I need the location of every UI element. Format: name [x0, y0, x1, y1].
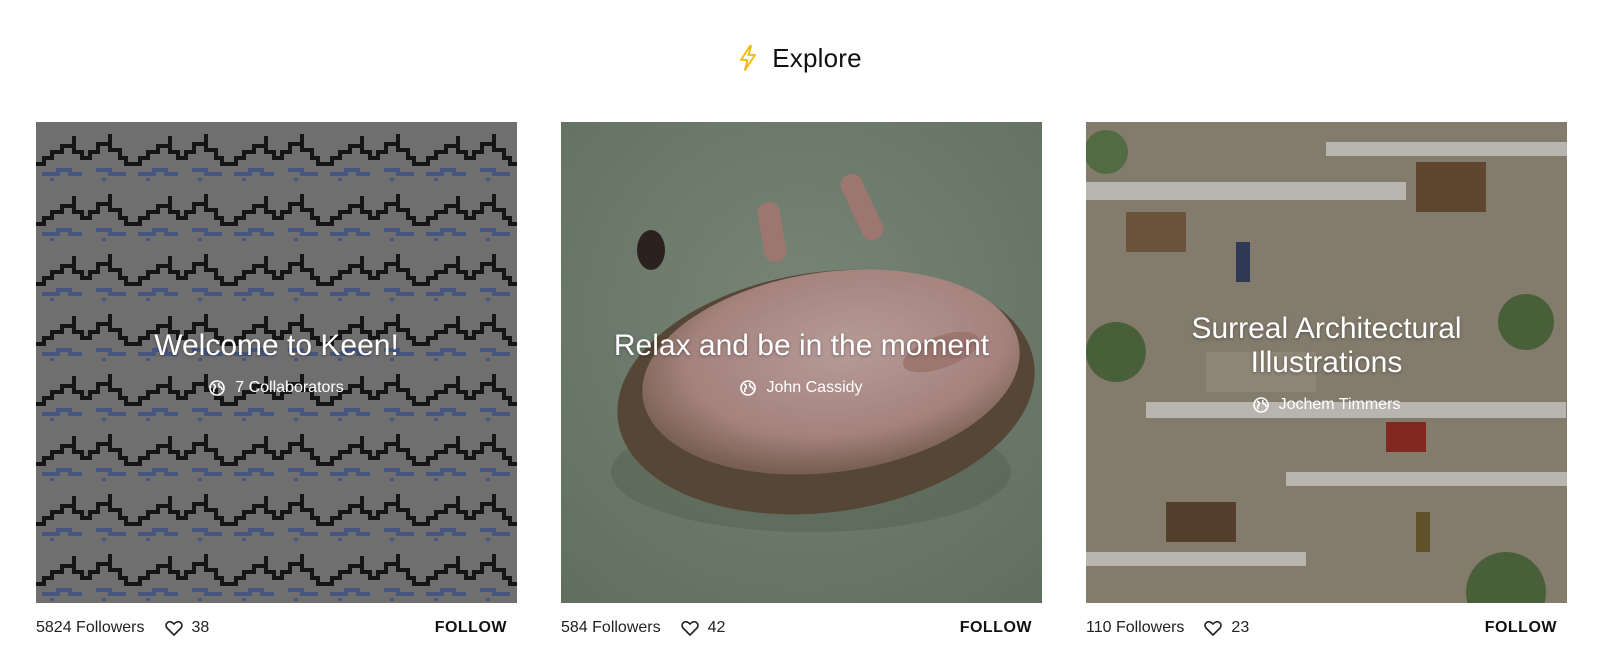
follow-button[interactable]: FOLLOW	[960, 619, 1032, 637]
follow-button[interactable]: FOLLOW	[1485, 619, 1557, 637]
page-title: Explore	[772, 42, 862, 73]
follow-button[interactable]: FOLLOW	[435, 619, 507, 637]
card-title: Surreal Architectural Illustrations	[1191, 311, 1462, 379]
globe-icon	[740, 379, 757, 396]
card-thumbnail[interactable]: Surreal Architectural Illustrations Joch…	[1086, 122, 1567, 603]
explore-card: Surreal Architectural Illustrations Joch…	[1086, 122, 1567, 639]
card-caption: Welcome to Keen! 7 Collaborators	[36, 122, 517, 603]
heart-icon	[1204, 620, 1223, 636]
likes-count: 42	[707, 619, 726, 636]
author-name: Jochem Timmers	[1278, 395, 1401, 413]
lightning-bolt-icon	[740, 45, 757, 71]
heart-icon	[164, 620, 183, 636]
followers-count: 584 Followers	[561, 619, 661, 636]
card-footer: 584 Followers 42 FOLLOW	[561, 617, 1042, 639]
card-thumbnail[interactable]: Welcome to Keen! 7 Collaborators	[36, 122, 517, 603]
explore-header: Explore	[0, 38, 1600, 78]
globe-icon	[209, 379, 226, 396]
card-title: Relax and be in the moment	[613, 328, 990, 362]
collaborators-label: 7 Collaborators	[235, 378, 344, 396]
heart-icon	[680, 620, 699, 636]
explore-card: Relax and be in the moment John Cassidy …	[561, 122, 1042, 639]
card-title: Welcome to Keen!	[154, 328, 399, 362]
explore-card: Welcome to Keen! 7 Collaborators 5824 Fo…	[36, 122, 517, 639]
likes[interactable]: 38	[164, 619, 210, 637]
followers-count: 5824 Followers	[36, 619, 145, 636]
card-meta: Jochem Timmers	[1252, 395, 1401, 414]
author-name: John Cassidy	[766, 378, 863, 396]
card-meta: 7 Collaborators	[209, 379, 344, 397]
likes[interactable]: 42	[680, 619, 726, 637]
likes-count: 38	[191, 619, 210, 636]
card-meta: John Cassidy	[740, 378, 863, 397]
card-footer: 5824 Followers 38 FOLLOW	[36, 617, 517, 639]
card-caption: Surreal Architectural Illustrations Joch…	[1086, 122, 1567, 603]
likes-count: 23	[1231, 619, 1250, 636]
likes[interactable]: 23	[1204, 619, 1249, 637]
globe-icon	[1252, 396, 1269, 413]
card-footer: 110 Followers 23 FOLLOW	[1086, 617, 1567, 639]
card-thumbnail[interactable]: Relax and be in the moment John Cassidy	[561, 122, 1042, 603]
followers-count: 110 Followers	[1086, 619, 1185, 636]
card-caption: Relax and be in the moment John Cassidy	[561, 122, 1042, 603]
